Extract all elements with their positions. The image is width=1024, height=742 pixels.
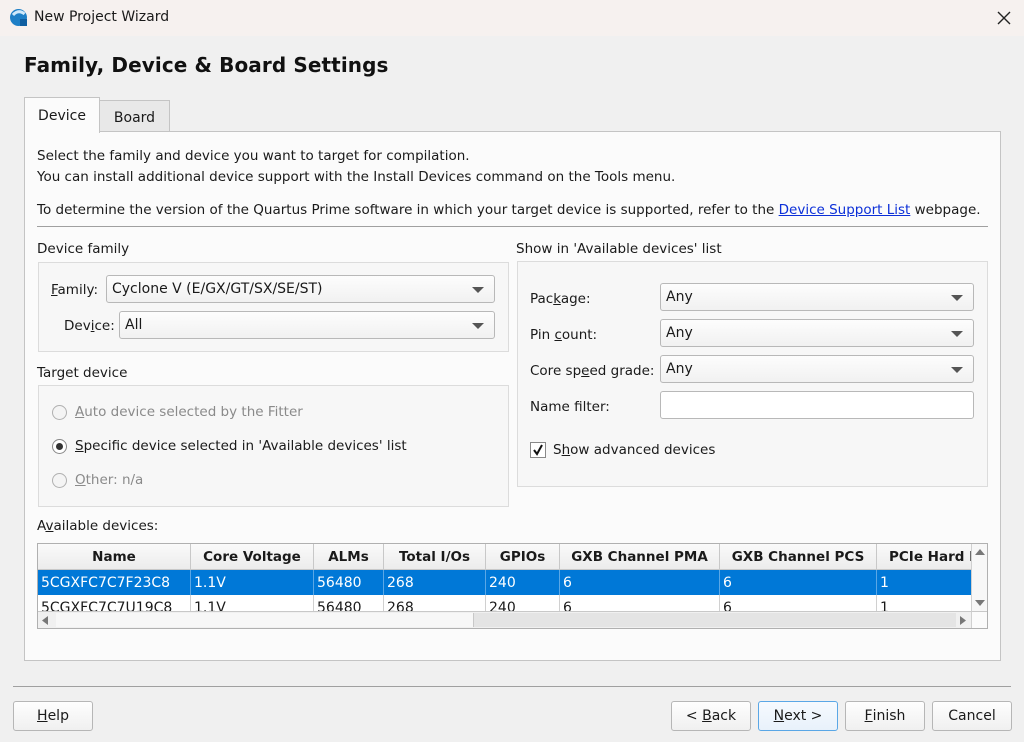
- device-family-group-label: Device family: [37, 241, 130, 257]
- column-header-alms[interactable]: ALMs: [314, 544, 384, 570]
- cell-name: 5CGXFC7C7F23C8: [38, 570, 191, 595]
- chevron-down-icon: [951, 331, 963, 337]
- column-header-name[interactable]: Name: [38, 544, 191, 570]
- column-header-core-voltage[interactable]: Core Voltage: [191, 544, 314, 570]
- table-header: Name Core Voltage ALMs Total I/Os GPIOs …: [38, 544, 973, 570]
- table-row[interactable]: 5CGXFC7C7F23C8 1.1V 56480 268 240 6 6 1: [38, 570, 973, 595]
- chevron-down-icon: [472, 323, 484, 329]
- intro-line-1: Select the family and device you want to…: [37, 148, 470, 164]
- radio-specific-label: Specific device selected in 'Available d…: [75, 438, 407, 454]
- footer-divider: [13, 686, 1011, 687]
- radio-auto-device[interactable]: Auto device selected by the Fitter: [52, 404, 303, 420]
- intro-divider: [37, 226, 988, 227]
- cell-gxb-pcs: 6: [720, 570, 877, 595]
- pin-count-label: Pin count:: [530, 327, 598, 343]
- speed-grade-select-value: Any: [666, 361, 693, 377]
- name-filter-input[interactable]: [660, 391, 974, 419]
- device-label: Device:: [64, 318, 115, 334]
- scrollbar-corner: [971, 611, 987, 628]
- quartus-app-icon: [9, 8, 28, 27]
- family-select-value: Cyclone V (E/GX/GT/SX/SE/ST): [112, 281, 323, 297]
- radio-button-other[interactable]: [52, 472, 67, 488]
- intro-line-2: You can install additional device suppor…: [37, 169, 676, 185]
- back-button[interactable]: < Back: [671, 701, 751, 731]
- family-select[interactable]: Cyclone V (E/GX/GT/SX/SE/ST): [106, 275, 495, 303]
- show-advanced-checkbox[interactable]: [530, 442, 546, 458]
- tab-device-label: Device: [38, 107, 86, 124]
- tab-board-label: Board: [113, 110, 156, 126]
- radio-other-device[interactable]: Other: n/a: [52, 472, 143, 488]
- radio-specific-device[interactable]: Specific device selected in 'Available d…: [52, 438, 407, 454]
- column-header-total-ios[interactable]: Total I/Os: [384, 544, 486, 570]
- pin-count-select[interactable]: Any: [660, 319, 974, 347]
- page-title: Family, Device & Board Settings: [24, 53, 389, 77]
- cell-core-voltage: 1.1V: [191, 570, 314, 595]
- available-devices-label: Available devices:: [37, 518, 159, 534]
- pin-count-select-value: Any: [666, 325, 693, 341]
- vertical-scrollbar[interactable]: [971, 544, 987, 613]
- speed-grade-select[interactable]: Any: [660, 355, 974, 383]
- column-header-gpios[interactable]: GPIOs: [486, 544, 560, 570]
- show-advanced-label: Show advanced devices: [553, 442, 716, 458]
- scroll-up-icon[interactable]: [975, 549, 985, 555]
- cell-alms: 56480: [314, 570, 384, 595]
- horizontal-scroll-thumb[interactable]: [474, 613, 956, 627]
- radio-auto-label: Auto device selected by the Fitter: [75, 404, 303, 420]
- radio-other-label: Other: n/a: [75, 472, 144, 488]
- cancel-button[interactable]: Cancel: [932, 701, 1012, 731]
- radio-button-auto[interactable]: [52, 404, 67, 420]
- package-select-value: Any: [666, 289, 693, 305]
- intro-line-3-suffix: webpage.: [910, 202, 981, 218]
- scroll-right-icon[interactable]: [960, 616, 966, 625]
- family-label: Family:: [51, 282, 99, 298]
- intro-line-3-prefix: To determine the version of the Quartus …: [37, 202, 779, 218]
- column-header-gxb-pcs[interactable]: GXB Channel PCS: [720, 544, 877, 570]
- close-button[interactable]: [990, 6, 1018, 30]
- cell-pcie-hard-ip: 1: [880, 574, 889, 591]
- device-select[interactable]: All: [119, 311, 495, 339]
- chevron-down-icon: [951, 295, 963, 301]
- checkmark-icon: [533, 444, 543, 456]
- next-button[interactable]: Next >: [758, 701, 838, 731]
- chevron-down-icon: [472, 287, 484, 293]
- available-devices-table[interactable]: Name Core Voltage ALMs Total I/Os GPIOs …: [37, 543, 988, 629]
- close-icon: [997, 11, 1011, 25]
- cell-gxb-pma: 6: [560, 570, 720, 595]
- package-label: Package:: [530, 291, 591, 307]
- chevron-down-icon: [951, 367, 963, 373]
- intro-line-3: To determine the version of the Quartus …: [37, 202, 981, 218]
- speed-grade-label: Core speed grade:: [530, 363, 655, 379]
- help-button[interactable]: Help: [13, 701, 93, 731]
- device-support-list-link[interactable]: Device Support List: [779, 202, 911, 218]
- window-title: New Project Wizard: [34, 9, 170, 25]
- tab-board[interactable]: Board: [99, 100, 170, 132]
- show-advanced-devices-toggle[interactable]: Show advanced devices: [530, 442, 715, 458]
- cell-gpios: 240: [486, 570, 560, 595]
- scroll-down-icon[interactable]: [975, 600, 985, 606]
- column-header-gxb-pma[interactable]: GXB Channel PMA: [560, 544, 720, 570]
- package-select[interactable]: Any: [660, 283, 974, 311]
- cell-total-ios: 268: [384, 570, 486, 595]
- finish-button[interactable]: Finish: [845, 701, 925, 731]
- radio-button-specific[interactable]: [52, 438, 67, 454]
- tab-device[interactable]: Device: [24, 97, 100, 133]
- scroll-left-icon[interactable]: [42, 616, 48, 625]
- horizontal-scrollbar[interactable]: [38, 611, 973, 628]
- column-header-pcie-hard-ip[interactable]: PCIe Hard I: [877, 544, 973, 570]
- horizontal-scroll-track: [56, 613, 474, 627]
- filters-group-label: Show in 'Available devices' list: [516, 241, 722, 257]
- device-select-value: All: [125, 317, 143, 333]
- name-filter-label: Name filter:: [530, 399, 610, 415]
- target-device-group-label: Target device: [37, 365, 128, 381]
